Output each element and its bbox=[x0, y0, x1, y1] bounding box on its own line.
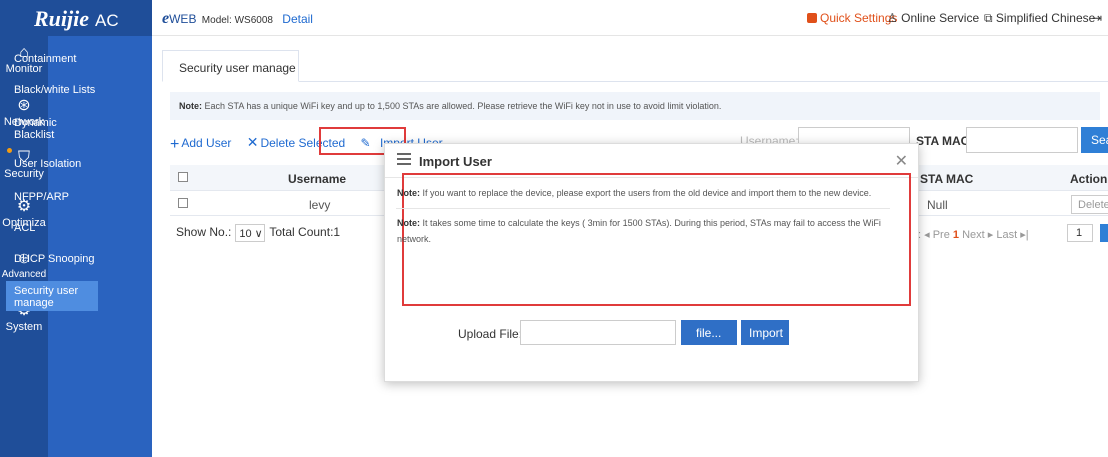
ruijie-logo: Ruijie AC bbox=[0, 0, 152, 36]
sta-mac-filter-input[interactable] bbox=[966, 127, 1078, 153]
eweb-brand: eWEB Model: WS6008 Detail bbox=[162, 10, 313, 27]
divider bbox=[396, 208, 890, 209]
current-page: 1 bbox=[952, 229, 960, 241]
close-icon[interactable]: ✕ bbox=[895, 151, 908, 171]
headset-icon: ♙ bbox=[887, 11, 898, 25]
browse-file-button[interactable]: file... bbox=[681, 320, 737, 345]
page-size-select[interactable]: 10 ∨ bbox=[235, 224, 266, 242]
security-submenu bbox=[48, 36, 152, 457]
note-bar: Note: Each STA has a unique WiFi key and… bbox=[170, 92, 1100, 120]
submenu-user-isolation[interactable]: User Isolation bbox=[14, 158, 100, 170]
tab-strip: Security user manage bbox=[162, 50, 1108, 82]
menu-icon bbox=[397, 153, 411, 165]
import-button[interactable]: Import bbox=[741, 320, 789, 345]
first-page-button[interactable]: : ◂ bbox=[918, 229, 933, 241]
submenu-acl[interactable]: ACL bbox=[14, 222, 100, 234]
pager-left: Show No.: 10 ∨ Total Count:1 bbox=[176, 224, 341, 242]
page-go-button[interactable] bbox=[1100, 224, 1108, 242]
column-sta-mac: STA MAC bbox=[920, 172, 974, 186]
dialog-note-replace: Note: If you want to replace the device,… bbox=[397, 188, 872, 198]
chevron-down-icon: ∨ bbox=[254, 228, 263, 240]
tab-security-user-manage[interactable]: Security user manage bbox=[162, 50, 299, 82]
translate-icon: ⧉ bbox=[984, 11, 993, 25]
next-page-button[interactable]: Next bbox=[962, 229, 985, 241]
search-button[interactable]: Search bbox=[1081, 127, 1108, 153]
plus-icon: + bbox=[170, 136, 180, 153]
page-goto-input[interactable]: 1 bbox=[1067, 224, 1093, 242]
submenu-nfpp-arp[interactable]: NFPP/ARP bbox=[14, 191, 100, 203]
submenu-dhcp-snooping[interactable]: DHCP Snooping bbox=[14, 253, 100, 265]
sta-mac-filter-label: STA MAC: bbox=[916, 134, 974, 148]
row-sta-mac: Null bbox=[927, 198, 948, 212]
detail-link[interactable]: Detail bbox=[282, 12, 313, 26]
submenu-black-white-lists[interactable]: Black/white Lists bbox=[14, 84, 100, 96]
row-username: levy bbox=[309, 198, 331, 212]
dialog-title: Import User bbox=[419, 154, 492, 169]
row-delete-button[interactable]: Delete bbox=[1071, 195, 1108, 214]
select-all-checkbox[interactable] bbox=[178, 172, 188, 182]
import-user-dialog: Import User ✕ Note: If you want to repla… bbox=[384, 143, 919, 382]
submenu-security-user-manage[interactable]: Security user manage bbox=[6, 281, 98, 311]
column-username: Username bbox=[288, 172, 347, 186]
row-checkbox[interactable] bbox=[178, 198, 188, 208]
logout-icon[interactable]: ⇥ bbox=[1092, 11, 1102, 25]
pager-nav: : ◂ Pre 1 Next ▸ Last ▸| bbox=[918, 229, 1029, 241]
top-bar: eWEB Model: WS6008 Detail Quick Settings… bbox=[152, 0, 1108, 36]
upload-file-label: Upload File: bbox=[458, 327, 523, 341]
pre-page-button[interactable]: Pre bbox=[933, 229, 950, 241]
online-service-link[interactable]: ♙ Online Service bbox=[887, 11, 979, 25]
submenu-containment[interactable]: Containment bbox=[14, 53, 100, 65]
submenu-dynamic-blacklist[interactable]: Dynamic Blacklist bbox=[14, 117, 74, 141]
upload-file-input[interactable] bbox=[520, 320, 676, 345]
globe-icon: ⊛ bbox=[17, 97, 31, 114]
last-page-button[interactable]: Last bbox=[996, 229, 1017, 241]
add-user-button[interactable]: + Add User bbox=[170, 136, 237, 153]
quick-settings-link[interactable]: Quick Settings bbox=[807, 11, 897, 25]
close-icon: ✕ bbox=[246, 134, 259, 150]
dialog-note-calc-time: Note: It takes some time to calculate th… bbox=[397, 218, 881, 244]
language-selector[interactable]: ⧉ Simplified Chinese bbox=[984, 11, 1095, 26]
quick-settings-icon bbox=[807, 13, 817, 23]
column-action: Action bbox=[1070, 172, 1108, 186]
device-model: Model: WS6008 bbox=[201, 15, 273, 26]
